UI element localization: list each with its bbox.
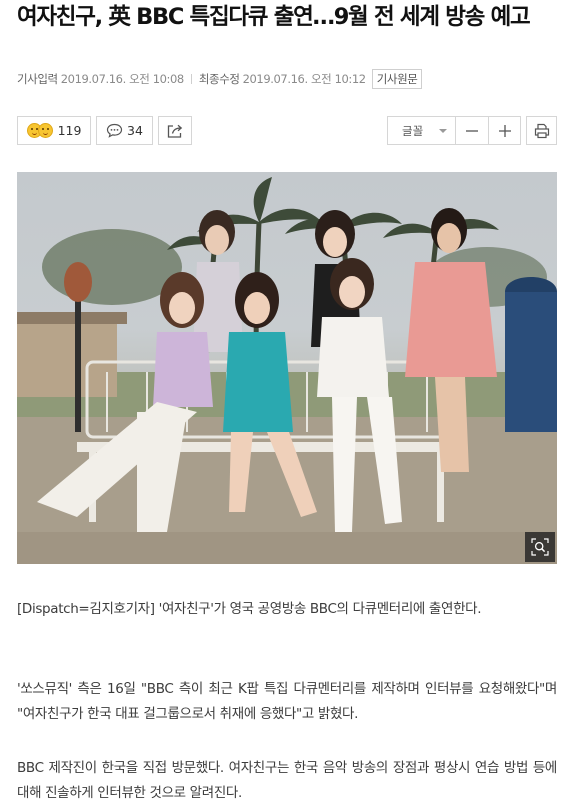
article: 여자친구, 英 BBC 특집다큐 출연…9월 전 세계 방송 예고 기사입력 2… [17, 0, 557, 801]
font-size-decrease-button[interactable] [455, 116, 488, 145]
plus-icon [498, 124, 511, 137]
font-select[interactable]: 글꼴 [387, 116, 455, 145]
zoom-icon [531, 538, 549, 556]
article-paragraph-1: [Dispatch=김지호기자] '여자친구'가 영국 공영방송 BBC의 다큐… [17, 601, 482, 617]
article-photo[interactable] [17, 172, 557, 564]
group-photo-illustration [17, 177, 557, 564]
article-paragraph-3: BBC 제작진이 한국을 직접 방문했다. 여자친구는 한국 음악 방송의 장점… [17, 760, 557, 801]
share-icon [167, 124, 183, 138]
comment-count: 34 [127, 123, 143, 138]
reaction-count: 119 [57, 123, 82, 138]
article-headline: 여자친구, 英 BBC 특집다큐 출연…9월 전 세계 방송 예고 [17, 4, 531, 30]
caret-down-icon [439, 128, 447, 133]
article-paragraph-2: '쏘스뮤직' 측은 16일 "BBC 측이 최근 K팝 특집 다큐멘터리를 제작… [17, 681, 557, 722]
input-time: 2019.07.16. 오전 10:08 [60, 72, 185, 86]
article-toolbar: 119 34 글꼴 [17, 116, 557, 147]
print-icon [534, 123, 549, 138]
photo-zoom-button[interactable] [525, 532, 555, 562]
share-button[interactable] [158, 116, 192, 145]
font-size-increase-button[interactable] [488, 116, 521, 145]
minus-icon [466, 129, 478, 132]
comment-icon [106, 123, 123, 138]
edit-time: 2019.07.16. 오전 10:12 [242, 72, 367, 86]
edit-label: 최종수정 [198, 72, 240, 86]
article-meta: 기사입력 2019.07.16. 오전 10:08 최종수정 2019.07.1… [17, 69, 423, 89]
reaction-button[interactable]: 119 [17, 116, 91, 145]
comment-button[interactable]: 34 [96, 116, 153, 145]
meta-divider [190, 74, 192, 84]
input-label: 기사입력 [17, 72, 58, 86]
font-select-label: 글꼴 [402, 123, 424, 138]
original-article-link[interactable]: 기사원문 [371, 69, 423, 89]
reaction-emoji-icon [26, 123, 53, 138]
print-button[interactable] [526, 116, 557, 145]
